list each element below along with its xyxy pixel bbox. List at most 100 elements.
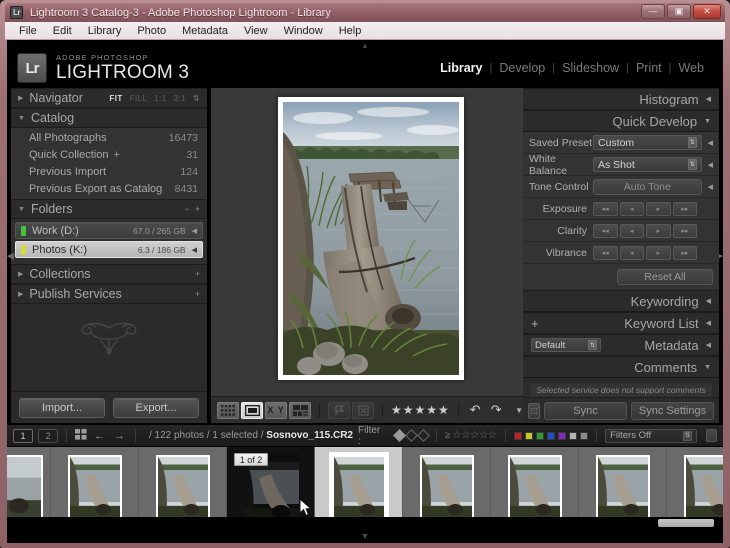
import-button[interactable]: Import...	[19, 398, 105, 418]
sync-settings-button[interactable]: Sync Settings	[631, 402, 714, 420]
chevron-left-icon[interactable]: ◀	[708, 183, 713, 191]
add-collection-icon[interactable]: +	[195, 269, 200, 279]
vibrance-small-down[interactable]: ◂	[620, 246, 645, 260]
exposure-big-up[interactable]: ▸▸	[673, 202, 698, 216]
flag-pick-icon[interactable]	[328, 402, 350, 419]
chevron-left-icon[interactable]: ◀	[708, 161, 713, 169]
window-titlebar[interactable]: Lr Lightroom 3 Catalog-3 - Adobe Photosh…	[5, 3, 725, 22]
nav-mode-1-1[interactable]: 1:1	[154, 94, 166, 103]
remove-folder-icon[interactable]: −	[184, 204, 189, 214]
add-publish-service-icon[interactable]: +	[195, 289, 200, 299]
rotate-right-icon[interactable]: ↷	[488, 402, 505, 418]
clarity-small-down[interactable]: ◂	[620, 224, 645, 238]
keyword-list-header[interactable]: + Keyword List ◀	[523, 312, 719, 334]
stepper-icon[interactable]: ⇅	[688, 159, 697, 170]
metadata-preset-select[interactable]: Default ⇅	[531, 338, 601, 352]
quick-develop-header[interactable]: Quick Develop ▼	[523, 110, 719, 132]
module-print[interactable]: Print	[629, 61, 669, 75]
menu-file[interactable]: File	[11, 23, 45, 39]
nav-mode-3-1[interactable]: 3:1	[174, 94, 186, 103]
menu-photo[interactable]: Photo	[129, 23, 174, 39]
color-swatch-red[interactable]	[514, 432, 522, 440]
flag-reject-icon[interactable]	[352, 402, 374, 419]
bottom-panel-toggle[interactable]: ▼	[361, 532, 370, 541]
menu-edit[interactable]: Edit	[45, 23, 80, 39]
filters-preset-select[interactable]: Filters Off ⇅	[605, 429, 697, 443]
second-window-button[interactable]: 2	[38, 429, 58, 443]
filmstrip-scrollbar-thumb[interactable]	[658, 519, 714, 527]
menu-metadata[interactable]: Metadata	[174, 23, 236, 39]
grid-view-icon[interactable]	[217, 402, 239, 419]
minimize-button[interactable]: —	[641, 4, 665, 19]
filter-flag-unflagged-icon[interactable]	[405, 429, 418, 442]
loupe-photo-stage[interactable]	[211, 88, 531, 388]
exposure-small-up[interactable]: ▸	[646, 202, 671, 216]
color-swatch-green[interactable]	[536, 432, 544, 440]
compare-view-icon[interactable]: X Y	[265, 402, 287, 419]
go-back-icon[interactable]: ←	[92, 430, 107, 442]
chevron-left-icon[interactable]: ◀	[708, 139, 713, 147]
exposure-small-down[interactable]: ◂	[620, 202, 645, 216]
white-balance-select[interactable]: As Shot ⇅	[593, 157, 702, 172]
exposure-big-down[interactable]: ◂◂	[593, 202, 618, 216]
filmstrip-scrollbar[interactable]	[7, 517, 723, 529]
vibrance-big-down[interactable]: ◂◂	[593, 246, 618, 260]
clarity-big-up[interactable]: ▸▸	[673, 224, 698, 238]
module-web[interactable]: Web	[672, 61, 711, 75]
folder-row-photos[interactable]: Photos (K:) 6.3 / 186 GB ◀	[15, 241, 203, 258]
vibrance-big-up[interactable]: ▸▸	[673, 246, 698, 260]
filter-flag-reject-icon[interactable]	[417, 429, 430, 442]
rating-stars[interactable]: ★★★★★	[391, 403, 450, 417]
add-folder-icon[interactable]: +	[195, 204, 200, 214]
chevron-left-icon[interactable]: ◀	[192, 227, 197, 235]
comments-header[interactable]: Comments ▼	[523, 356, 719, 378]
catalog-item-all-photographs[interactable]: All Photographs 16473	[11, 129, 207, 146]
stack-count-badge[interactable]: 1 of 2	[234, 453, 268, 466]
saved-preset-select[interactable]: Custom ⇅	[593, 135, 702, 150]
module-slideshow[interactable]: Slideshow	[555, 61, 626, 75]
grid-view-icon[interactable]	[75, 429, 87, 443]
reset-all-button[interactable]: Reset All	[617, 269, 713, 285]
menu-window[interactable]: Window	[276, 23, 331, 39]
vibrance-small-up[interactable]: ▸	[646, 246, 671, 260]
catalog-header[interactable]: ▼ Catalog	[11, 108, 207, 128]
chevron-left-icon[interactable]: ◀	[192, 246, 197, 254]
menu-library[interactable]: Library	[80, 23, 130, 39]
left-panel-toggle[interactable]: ◀	[7, 250, 14, 261]
catalog-item-quick-collection[interactable]: Quick Collection + 31	[11, 146, 207, 163]
color-swatch-custom[interactable]	[580, 432, 588, 440]
stepper-icon[interactable]: ⇅	[683, 431, 692, 441]
publish-services-header[interactable]: ▶ Publish Services +	[11, 284, 207, 304]
menu-view[interactable]: View	[236, 23, 276, 39]
color-swatch-purple[interactable]	[558, 432, 566, 440]
nav-mode-fill[interactable]: FILL	[130, 94, 148, 103]
main-window-button[interactable]: 1	[13, 429, 33, 443]
rotate-left-icon[interactable]: ↶	[467, 402, 484, 418]
clarity-big-down[interactable]: ◂◂	[593, 224, 618, 238]
export-button[interactable]: Export...	[113, 398, 199, 418]
filter-flag-pick-icon[interactable]	[393, 429, 406, 442]
keywording-header[interactable]: Keywording ◀	[523, 290, 719, 312]
auto-tone-button[interactable]: Auto Tone	[593, 179, 702, 195]
color-swatch-none[interactable]	[569, 432, 577, 440]
survey-view-icon[interactable]	[289, 402, 311, 419]
folder-row-work[interactable]: Work (D:) 67.0 / 265 GB ◀	[15, 222, 203, 239]
histogram-header[interactable]: Histogram ◀	[523, 88, 719, 110]
sync-button[interactable]: Sync	[544, 402, 627, 420]
folders-header[interactable]: ▼ Folders − +	[11, 199, 207, 219]
catalog-item-previous-import[interactable]: Previous Import 124	[11, 163, 207, 180]
stepper-icon[interactable]: ⇅	[588, 340, 597, 350]
auto-sync-toggle-icon[interactable]: ⬚	[528, 403, 540, 419]
collections-header[interactable]: ▶ Collections +	[11, 264, 207, 284]
color-swatch-yellow[interactable]	[525, 432, 533, 440]
module-library[interactable]: Library	[433, 61, 489, 75]
filter-rating[interactable]: ≥ ☆☆☆☆☆	[445, 430, 497, 441]
metadata-header[interactable]: Default ⇅ Metadata ◀	[523, 334, 719, 356]
clarity-small-up[interactable]: ▸	[646, 224, 671, 238]
loupe-view-icon[interactable]	[241, 402, 263, 419]
nav-mode-fit[interactable]: FIT	[109, 94, 122, 103]
filter-lock-icon[interactable]	[706, 429, 717, 442]
maximize-button[interactable]: ▣	[667, 4, 691, 19]
stepper-icon[interactable]: ⇅	[688, 137, 697, 148]
navigator-header[interactable]: ▶ Navigator FIT FILL 1:1 3:1 ⇅	[11, 88, 207, 108]
